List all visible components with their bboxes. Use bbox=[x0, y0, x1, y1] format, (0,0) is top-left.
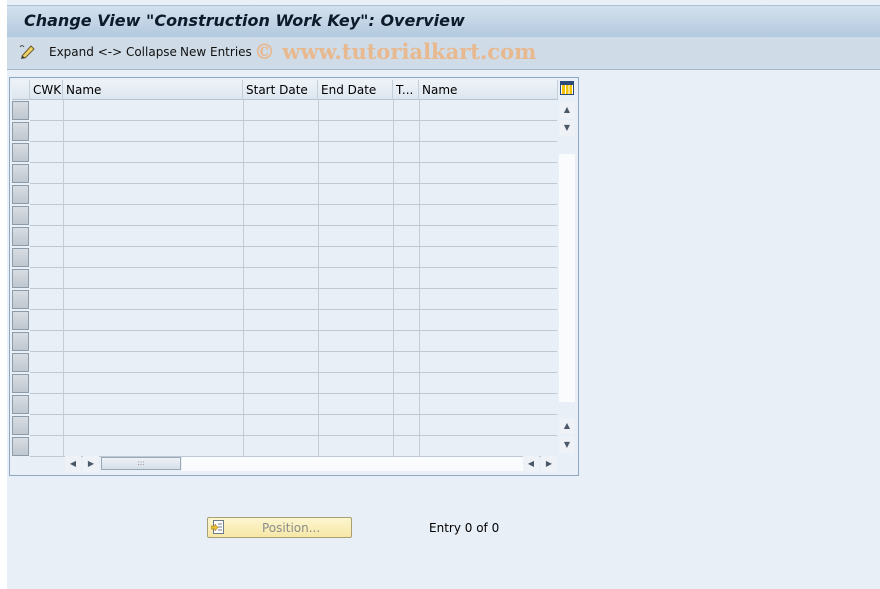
select-all-header[interactable] bbox=[12, 80, 30, 100]
column-header-start-date[interactable]: Start Date bbox=[243, 80, 318, 100]
watermark: © www.tutorialkart.com bbox=[254, 39, 537, 64]
position-icon bbox=[211, 520, 224, 534]
page-title: Change View "Construction Work Key": Ove… bbox=[24, 11, 465, 30]
scroll-down-button[interactable]: ▲ bbox=[559, 418, 575, 434]
vertical-scrollbar[interactable]: ▲ ▼ ▲ ▼ bbox=[559, 100, 575, 455]
scroll-page-up-button[interactable]: ▲ bbox=[559, 102, 575, 118]
scroll-up-button[interactable]: ▼ bbox=[559, 120, 575, 136]
edit-pencil-icon bbox=[19, 45, 35, 59]
table-row[interactable] bbox=[30, 393, 557, 394]
row-selector[interactable] bbox=[12, 311, 29, 330]
column-header-t[interactable]: T... bbox=[393, 80, 419, 100]
row-selector[interactable] bbox=[12, 164, 29, 183]
window-edge bbox=[0, 0, 7, 589]
table-row[interactable] bbox=[30, 288, 557, 289]
table-row[interactable] bbox=[30, 309, 557, 310]
horizontal-scroll-thumb[interactable]: ::: bbox=[101, 457, 181, 470]
horizontal-scrollbar[interactable]: ◀ ▶ ::: ◀ ▶ bbox=[65, 456, 557, 472]
table-row[interactable] bbox=[30, 351, 557, 352]
column-divider bbox=[318, 100, 319, 457]
scroll-right-button[interactable]: ▶ bbox=[83, 456, 99, 472]
vertical-scroll-track[interactable] bbox=[559, 154, 575, 402]
row-selector[interactable] bbox=[12, 122, 29, 141]
table-control: CWK Name Start Date End Date T... Name ▲… bbox=[9, 77, 579, 476]
new-entries-button[interactable]: New Entries bbox=[180, 45, 252, 59]
column-header-name-2[interactable]: Name bbox=[419, 80, 558, 100]
table-row[interactable] bbox=[30, 204, 557, 205]
row-selector[interactable] bbox=[12, 227, 29, 246]
row-selector[interactable] bbox=[12, 206, 29, 225]
entry-counter: Entry 0 of 0 bbox=[429, 521, 500, 535]
table-row[interactable] bbox=[30, 330, 557, 331]
column-header-end-date[interactable]: End Date bbox=[318, 80, 393, 100]
row-selector[interactable] bbox=[12, 437, 29, 456]
scroll-far-left-button[interactable]: ◀ bbox=[523, 456, 539, 472]
display-change-button[interactable] bbox=[19, 43, 37, 62]
scroll-left-button[interactable]: ◀ bbox=[65, 456, 81, 472]
table-row[interactable] bbox=[30, 120, 557, 121]
column-header-name[interactable]: Name bbox=[63, 80, 243, 100]
position-button-label: Position... bbox=[262, 521, 321, 535]
row-selector[interactable] bbox=[12, 248, 29, 267]
table-row[interactable] bbox=[30, 225, 557, 226]
table-row[interactable] bbox=[30, 435, 557, 436]
row-selector[interactable] bbox=[12, 416, 29, 435]
expand-collapse-button[interactable]: Expand <-> Collapse bbox=[49, 45, 177, 59]
row-selector[interactable] bbox=[12, 374, 29, 393]
position-button[interactable]: Position... bbox=[207, 517, 352, 538]
horizontal-scroll-track[interactable] bbox=[182, 457, 526, 471]
column-header-cwk[interactable]: CWK bbox=[30, 80, 63, 100]
scroll-page-down-button[interactable]: ▼ bbox=[559, 437, 575, 453]
row-selector[interactable] bbox=[12, 353, 29, 372]
application-toolbar: Expand <-> Collapse New Entries © www.tu… bbox=[7, 37, 880, 70]
row-selector[interactable] bbox=[12, 290, 29, 309]
row-selector[interactable] bbox=[12, 143, 29, 162]
table-row[interactable] bbox=[30, 162, 557, 163]
scroll-far-right-button[interactable]: ▶ bbox=[541, 456, 557, 472]
title-bar: Change View "Construction Work Key": Ove… bbox=[7, 5, 880, 37]
row-selector[interactable] bbox=[12, 332, 29, 351]
row-selector[interactable] bbox=[12, 269, 29, 288]
table-row[interactable] bbox=[30, 183, 557, 184]
table-row[interactable] bbox=[30, 141, 557, 142]
column-divider bbox=[393, 100, 394, 457]
column-divider bbox=[63, 100, 64, 457]
table-row[interactable] bbox=[30, 267, 557, 268]
column-divider bbox=[243, 100, 244, 457]
column-divider bbox=[419, 100, 420, 457]
table-row[interactable] bbox=[30, 372, 557, 373]
row-selector[interactable] bbox=[12, 101, 29, 120]
column-configuration-icon[interactable] bbox=[560, 81, 574, 95]
table-row[interactable] bbox=[30, 246, 557, 247]
row-selector[interactable] bbox=[12, 185, 29, 204]
row-selector[interactable] bbox=[12, 395, 29, 414]
table-row[interactable] bbox=[30, 414, 557, 415]
